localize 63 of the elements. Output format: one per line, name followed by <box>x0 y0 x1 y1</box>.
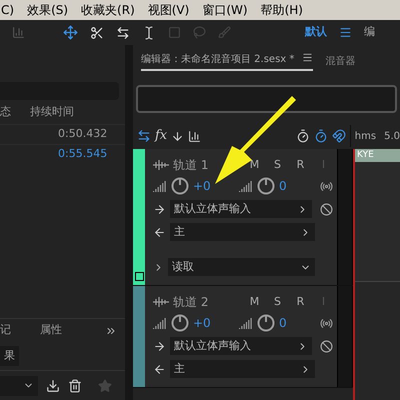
timer-icon[interactable] <box>314 129 328 143</box>
input-arrow-icon <box>153 202 166 216</box>
track-toggle[interactable]: R <box>291 294 310 310</box>
output-arrow-icon <box>153 362 166 376</box>
knob-icon[interactable] <box>171 177 189 195</box>
input-select[interactable]: 默认立体声输入 <box>170 200 312 218</box>
track-toggle[interactable]: R <box>291 156 310 174</box>
menu-item[interactable]: 效果(S) <box>27 1 68 19</box>
volume-icon <box>153 180 167 192</box>
trash-icon[interactable] <box>68 378 82 392</box>
time-ruler: hms 5.0 <box>350 125 400 147</box>
output-select[interactable]: 主 <box>170 360 315 378</box>
waveform-icon <box>153 160 169 170</box>
menu-item[interactable]: 帮助(H) <box>260 1 303 19</box>
input-arrow-icon <box>153 340 166 352</box>
pan-value[interactable]: 0 <box>279 177 316 195</box>
pan-icon <box>239 180 253 192</box>
track-toggle[interactable]: M <box>245 294 264 310</box>
knob-icon[interactable] <box>171 314 189 332</box>
knob-icon[interactable] <box>257 177 275 195</box>
column-header[interactable]: 持续时间 <box>30 104 74 120</box>
phase-icon[interactable] <box>320 340 333 352</box>
panel-tab[interactable]: 属性 <box>40 322 105 339</box>
track-name[interactable]: 轨道 2 <box>173 293 208 311</box>
volume-icon <box>153 317 167 329</box>
pan-icon <box>239 317 253 329</box>
menu-item[interactable]: 收藏夹(R) <box>81 1 135 19</box>
menu-item[interactable]: C) <box>1 1 14 19</box>
workspace-tab[interactable]: 编 <box>364 24 375 41</box>
snap-icon[interactable] <box>332 129 346 143</box>
razor-tool-icon[interactable] <box>90 26 104 40</box>
output-arrow-icon <box>153 226 166 238</box>
panel-tab[interactable]: 记 <box>0 322 40 339</box>
input-select[interactable]: 默认立体声输入 <box>170 337 312 355</box>
pan-value[interactable]: 0 <box>279 314 316 332</box>
track-name[interactable]: 轨道 1 <box>173 156 208 174</box>
monitor-icon[interactable] <box>320 316 333 330</box>
effects-button[interactable]: 果 <box>0 346 19 366</box>
workspace-menu-icon[interactable] <box>339 26 352 39</box>
track-checkbox[interactable] <box>134 272 144 281</box>
menu-item[interactable]: 窗口(W) <box>202 1 248 19</box>
star-icon[interactable] <box>98 378 112 392</box>
column-header[interactable]: 态 <box>0 104 30 120</box>
editor-tab[interactable]: 编辑器：未命名混音项目 2.sesx * <box>141 52 314 71</box>
phase-icon[interactable] <box>320 202 333 216</box>
automation-select[interactable]: 读取 <box>168 258 315 276</box>
io-icon[interactable] <box>137 129 151 143</box>
track-toggle[interactable]: S <box>268 294 287 310</box>
output-select[interactable]: 主 <box>170 223 315 241</box>
tab-menu-icon[interactable] <box>302 52 314 63</box>
waveform-icon <box>153 297 169 307</box>
download-icon[interactable] <box>46 378 60 392</box>
volume-value[interactable]: +0 <box>193 314 235 332</box>
workspace-label[interactable]: 默认 <box>305 24 327 41</box>
editor-tab[interactable]: 混音器 <box>325 54 356 71</box>
track-toggle[interactable]: M <box>245 156 264 174</box>
volume-value[interactable]: +0 <box>193 177 235 195</box>
fx-icon[interactable]: fx <box>155 126 168 146</box>
knob-icon[interactable] <box>257 314 275 332</box>
monitor-icon[interactable] <box>320 180 333 192</box>
menu-item[interactable]: 视图(V) <box>148 1 190 19</box>
track-toggle[interactable]: S <box>268 156 287 174</box>
move-tool-icon[interactable] <box>63 25 78 40</box>
